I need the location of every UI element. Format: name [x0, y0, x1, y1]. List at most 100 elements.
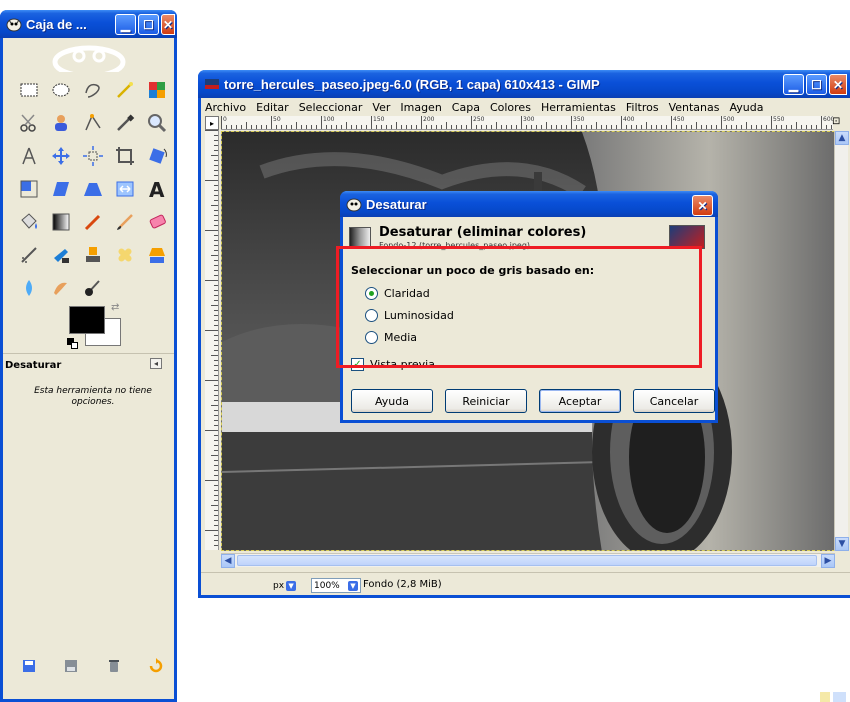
clone-icon[interactable]: [77, 239, 109, 271]
ellipse-select-icon[interactable]: [45, 74, 77, 106]
radio-button-selected[interactable]: [365, 287, 378, 300]
delete-options-icon[interactable]: [106, 658, 122, 674]
menu-ver[interactable]: Ver: [372, 101, 390, 114]
horizontal-scrollbar[interactable]: ◀ ▶: [221, 553, 835, 568]
crop-icon[interactable]: [109, 140, 141, 172]
foreground-color-swatch[interactable]: [69, 306, 105, 334]
radio-button[interactable]: [365, 331, 378, 344]
radio-claridad[interactable]: Claridad: [365, 287, 430, 300]
close-button[interactable]: ✕: [161, 14, 175, 35]
menu-filtros[interactable]: Filtros: [626, 101, 659, 114]
text-icon[interactable]: A: [141, 173, 173, 205]
ruler-tick: [346, 122, 347, 129]
perspective-icon[interactable]: [77, 173, 109, 205]
foreground-select-icon[interactable]: [45, 107, 77, 139]
restore-options-icon[interactable]: [63, 658, 79, 674]
dialog-heading: Desaturar (eliminar colores): [379, 225, 587, 240]
section-label: Seleccionar un poco de gris basado en:: [351, 264, 595, 277]
maximize-button[interactable]: ☐: [806, 74, 827, 95]
menu-archivo[interactable]: Archivo: [205, 101, 246, 114]
menu-imagen[interactable]: Imagen: [400, 101, 441, 114]
rect-select-icon[interactable]: [13, 74, 45, 106]
radio-media[interactable]: Media: [365, 331, 417, 344]
dialog-close-button[interactable]: ✕: [692, 195, 713, 216]
save-options-icon[interactable]: [21, 658, 37, 674]
move-icon[interactable]: [45, 140, 77, 172]
bucket-fill-icon[interactable]: [13, 206, 45, 238]
unit-selector[interactable]: px ▼: [273, 578, 303, 593]
reset-button[interactable]: Reiniciar: [445, 389, 527, 413]
blend-icon[interactable]: [45, 206, 77, 238]
vertical-ruler[interactable]: [205, 130, 219, 550]
paths-icon[interactable]: [77, 107, 109, 139]
status-text: Fondo (2,8 MiB): [363, 579, 442, 590]
ink-icon[interactable]: [45, 239, 77, 271]
align-icon[interactable]: [77, 140, 109, 172]
vertical-scrollbar[interactable]: ▲ ▼: [834, 131, 849, 551]
menu-ventanas[interactable]: Ventanas: [669, 101, 720, 114]
scale-icon[interactable]: [13, 173, 45, 205]
blur-icon[interactable]: [13, 272, 45, 304]
menu-herramientas[interactable]: Herramientas: [541, 101, 616, 114]
scroll-down-button[interactable]: ▼: [835, 537, 849, 551]
scroll-left-button[interactable]: ◀: [221, 554, 235, 568]
shear-icon[interactable]: [45, 173, 77, 205]
preview-checkbox[interactable]: ✓: [351, 358, 364, 371]
zoom-selector[interactable]: 100% ▼: [311, 578, 361, 593]
menu-ayuda[interactable]: Ayuda: [730, 101, 764, 114]
flip-icon[interactable]: [109, 173, 141, 205]
menu-colores[interactable]: Colores: [490, 101, 531, 114]
scroll-right-button[interactable]: ▶: [821, 554, 835, 568]
heal-icon[interactable]: [109, 239, 141, 271]
paintbrush-icon[interactable]: [109, 206, 141, 238]
menu-editar[interactable]: Editar: [256, 101, 289, 114]
image-window-title-bar[interactable]: torre_hercules_paseo.jpeg-6.0 (RGB, 1 ca…: [198, 70, 850, 98]
ok-button[interactable]: Aceptar: [539, 389, 621, 413]
ruler-tick: [214, 290, 218, 291]
tool-options-menu-button[interactable]: ◂: [150, 358, 162, 369]
quick-mask-menu-icon[interactable]: ▸: [205, 116, 219, 130]
color-picker-icon[interactable]: [109, 107, 141, 139]
wilber-drop-zone-icon[interactable]: [13, 40, 163, 72]
cancel-button[interactable]: Cancelar: [633, 389, 715, 413]
maximize-button[interactable]: ☐: [138, 14, 159, 35]
help-button[interactable]: Ayuda: [351, 389, 433, 413]
preview-checkbox-row[interactable]: ✓ Vista previa: [351, 358, 435, 371]
zoom-fit-icon[interactable]: ⊡: [832, 116, 846, 130]
minimize-button[interactable]: ▁: [115, 14, 136, 35]
close-button[interactable]: ✕: [829, 74, 847, 95]
reset-options-icon[interactable]: [148, 658, 164, 674]
perspective-clone-icon[interactable]: [141, 239, 173, 271]
radio-luminosidad[interactable]: Luminosidad: [365, 309, 454, 322]
ruler-tick: [281, 125, 282, 129]
ruler-tick: [676, 125, 677, 129]
eraser-icon[interactable]: [141, 206, 173, 238]
pencil-icon[interactable]: [77, 206, 109, 238]
default-colors-icon[interactable]: [67, 338, 79, 350]
rotate-icon[interactable]: [141, 140, 173, 172]
scroll-up-button[interactable]: ▲: [835, 131, 849, 145]
fuzzy-select-icon[interactable]: [109, 74, 141, 106]
ruler-tick: [461, 125, 462, 129]
menu-capa[interactable]: Capa: [452, 101, 480, 114]
free-select-icon[interactable]: [77, 74, 109, 106]
fg-bg-color-selector[interactable]: ⇄: [65, 300, 127, 352]
ruler-tick: [214, 250, 218, 251]
dialog-subheading: Fondo-12 (torre_hercules_paseo.jpeg): [379, 241, 531, 250]
zoom-icon[interactable]: [141, 107, 173, 139]
ruler-tick: [214, 215, 218, 216]
dialog-title-bar[interactable]: Desaturar ✕: [340, 191, 718, 217]
airbrush-icon[interactable]: [13, 239, 45, 271]
measure-icon[interactable]: [13, 140, 45, 172]
toolbox-title-bar[interactable]: Caja de ... ▁ ☐ ✕: [0, 10, 177, 38]
ruler-tick: [214, 175, 218, 176]
menu-seleccionar[interactable]: Seleccionar: [299, 101, 363, 114]
scroll-thumb[interactable]: [237, 555, 817, 566]
swap-colors-icon[interactable]: ⇄: [111, 302, 119, 313]
scissors-icon[interactable]: [13, 107, 45, 139]
ruler-tick: [214, 520, 218, 521]
minimize-button[interactable]: ▁: [783, 74, 804, 95]
color-select-icon[interactable]: [141, 74, 173, 106]
horizontal-ruler[interactable]: 050100150200250300350400450500550600: [221, 116, 833, 130]
radio-button[interactable]: [365, 309, 378, 322]
